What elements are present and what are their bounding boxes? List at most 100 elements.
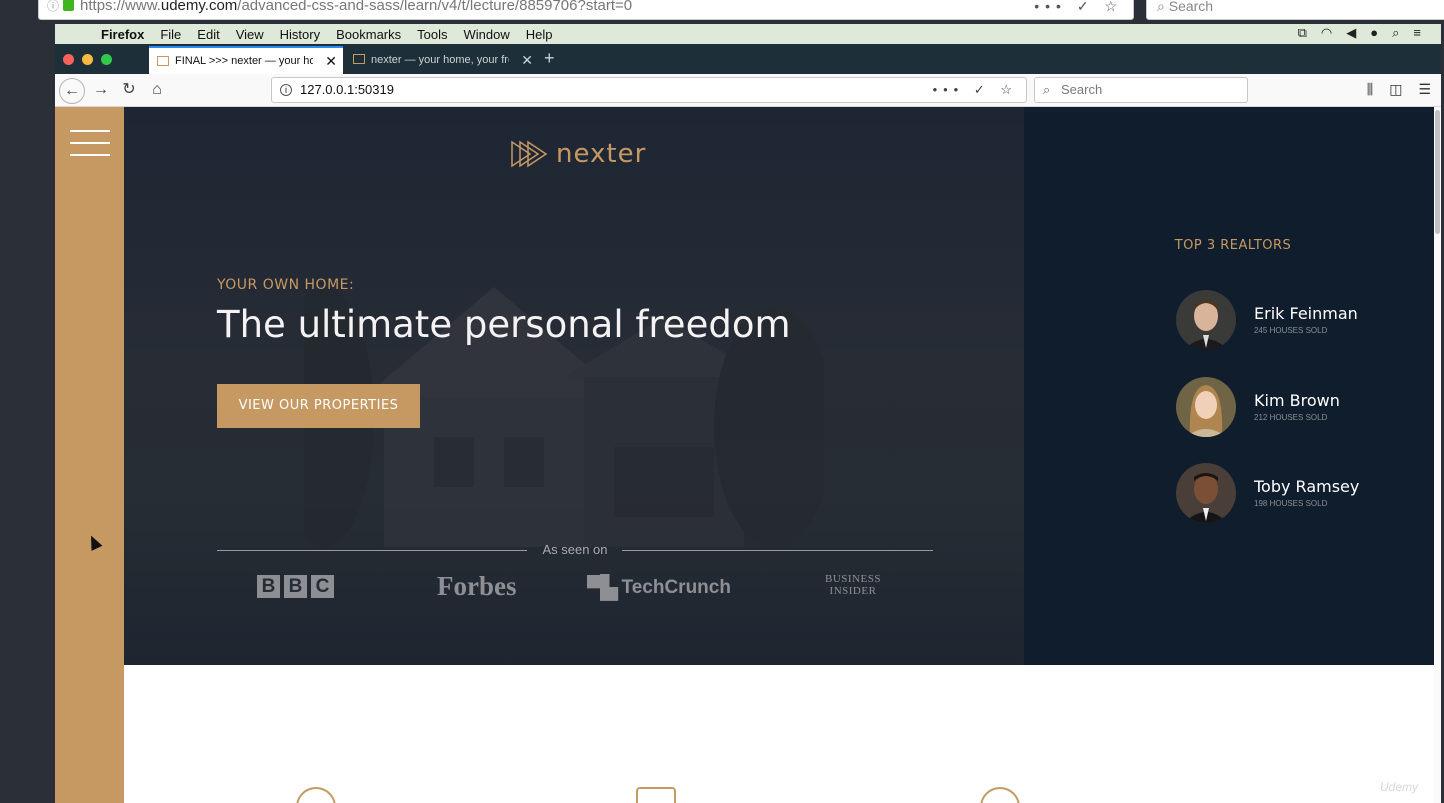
library-icon[interactable]: ⫼ [1367, 81, 1373, 98]
nexter-favicon-icon [353, 54, 365, 64]
menu-tools[interactable]: Tools [417, 27, 447, 42]
page-viewport: nexter YOUR OWN HOME: The ultimate perso… [55, 107, 1434, 803]
back-arrow-icon[interactable]: ← [59, 78, 85, 104]
outer-search-placeholder: Search [1168, 0, 1214, 14]
outer-browser-bar: ⓘ https://www.udemy.com/advanced-css-and-… [0, 0, 1444, 22]
outer-url-path: /advanced-css-and-sass/learn/v4/t/lectur… [237, 0, 633, 14]
realtors-title: TOP 3 REALTORS [1174, 238, 1292, 253]
press-logos: B B C Forbes ▀▙ TechCrunch BUSINESS INSI… [217, 569, 933, 609]
volume-icon[interactable]: ◀ [1346, 25, 1356, 41]
header-section: nexter YOUR OWN HOME: The ultimate perso… [124, 107, 1024, 665]
menu-history[interactable]: History [280, 27, 320, 42]
home-icon[interactable]: ⌂ [144, 78, 170, 104]
realtor-name: Toby Ramsey [1254, 477, 1360, 496]
logo-text: nexter [556, 139, 647, 169]
trophy-icon [636, 787, 676, 803]
search-input[interactable]: ⌕ Search [1034, 77, 1248, 103]
header-heading: The ultimate personal freedom [217, 303, 791, 346]
realtor-sold: 245 HOUSES SOLD [1254, 326, 1328, 335]
menu-view[interactable]: View [236, 27, 264, 42]
realtor-sold: 198 HOUSES SOLD [1254, 499, 1328, 508]
realtor-card[interactable]: Erik Feinman 245 HOUSES SOLD [1176, 290, 1434, 350]
forward-arrow-icon[interactable]: → [88, 78, 114, 104]
techcrunch-logo: ▀▙ TechCrunch [587, 575, 731, 601]
screen-record-icon[interactable]: ⧉ [1298, 25, 1307, 41]
left-background-strip [0, 22, 55, 803]
info-icon[interactable]: ⓘ [47, 0, 59, 17]
close-window-icon[interactable] [63, 54, 74, 65]
bbc-logo: B B C [257, 575, 334, 598]
url-bar[interactable]: i 127.0.0.1:50319 ••• ✓ ☆ [271, 77, 1027, 103]
realtor-name: Kim Brown [1254, 391, 1340, 410]
udemy-watermark: Udemy [1380, 780, 1419, 794]
lock-icon [63, 0, 75, 11]
minimize-window-icon[interactable] [82, 54, 93, 65]
map-pin-icon [980, 787, 1020, 803]
view-properties-button[interactable]: VIEW OUR PROPERTIES [217, 384, 420, 428]
menu-file[interactable]: File [160, 27, 181, 42]
outer-url-bar[interactable]: ⓘ https://www.udemy.com/advanced-css-and-… [38, 0, 1134, 20]
bbc-letter: B [257, 575, 280, 598]
features-section [124, 665, 1434, 803]
tab-final-nexter[interactable]: FINAL >>> nexter — your home ✕ [149, 46, 343, 74]
wifi-icon[interactable]: ◠ [1321, 25, 1332, 41]
notification-center-icon[interactable]: ≡ [1413, 25, 1421, 41]
toolbar-right: ⫼ ◫ ☰ [1367, 81, 1431, 98]
mac-menubar: Firefox File Edit View History Bookmarks… [55, 24, 1441, 44]
menu-window[interactable]: Window [464, 27, 510, 42]
url-text: 127.0.0.1:50319 [300, 82, 394, 97]
bbc-letter: B [284, 575, 307, 598]
tab-label: FINAL >>> nexter — your home [175, 55, 313, 67]
tab-nexter[interactable]: nexter — your home, your freed ✕ [345, 46, 539, 74]
menubar-status-icons: ⧉ ◠ ◀ ● ⌕ ≡ [1298, 25, 1421, 41]
reload-icon[interactable]: ↻ [116, 78, 142, 104]
user-icon[interactable]: ● [1370, 25, 1378, 41]
navigation-bar: ← → ↻ ⌂ i 127.0.0.1:50319 ••• ✓ ☆ ⌕ Sear… [55, 74, 1441, 107]
realtor-card[interactable]: Toby Ramsey 198 HOUSES SOLD [1176, 463, 1434, 523]
close-tab-icon[interactable]: ✕ [521, 46, 533, 74]
menu-help[interactable]: Help [526, 27, 553, 42]
page-actions-icon[interactable]: ••• ✓ ☆ [933, 78, 1018, 102]
header-subtitle: YOUR OWN HOME: [217, 277, 355, 293]
menu-app-name[interactable]: Firefox [101, 27, 144, 42]
logo-play-icon [511, 140, 548, 168]
scrollbar-thumb[interactable] [1435, 110, 1440, 234]
tab-label: nexter — your home, your freed [371, 54, 509, 66]
hamburger-menu-icon[interactable] [70, 130, 110, 158]
seen-on-divider: As seen on [217, 541, 933, 561]
realtor-avatar [1176, 290, 1236, 350]
realtors-section: TOP 3 REALTORS Erik Feinman 245 HOUSES S… [1024, 107, 1434, 665]
techcrunch-text: TechCrunch [621, 577, 731, 598]
bbc-letter: C [311, 575, 334, 598]
seen-on-label: As seen on [542, 542, 608, 557]
business-insider-line-2: INSIDER [829, 585, 877, 597]
window-controls [63, 54, 112, 65]
menu-edit[interactable]: Edit [197, 27, 219, 42]
nexter-favicon-icon [157, 56, 169, 66]
close-tab-icon[interactable]: ✕ [325, 48, 337, 74]
new-tab-icon[interactable]: + [544, 48, 555, 69]
outer-url-domain: udemy.com [160, 0, 238, 14]
nexter-logo[interactable]: nexter [510, 139, 646, 169]
menu-bookmarks[interactable]: Bookmarks [336, 27, 401, 42]
spotlight-search-icon[interactable]: ⌕ [1392, 25, 1399, 41]
techcrunch-mark-icon: ▀▙ [587, 575, 617, 600]
outer-search-input[interactable]: ⌕ Search [1146, 0, 1444, 20]
realtor-name: Erik Feinman [1254, 304, 1358, 323]
sidebar [55, 107, 124, 803]
sidebar-toggle-icon[interactable]: ◫ [1389, 81, 1402, 98]
realtor-sold: 212 HOUSES SOLD [1254, 413, 1328, 422]
forbes-logo: Forbes [437, 571, 517, 601]
outer-page-actions[interactable]: ••• ✓ ☆ [1034, 0, 1123, 17]
globe-icon [296, 787, 336, 803]
search-icon: ⌕ [1043, 82, 1051, 97]
tab-strip: FINAL >>> nexter — your home ✕ nexter — … [55, 44, 1441, 74]
realtor-avatar [1176, 463, 1236, 523]
menu-icon[interactable]: ☰ [1418, 81, 1431, 98]
realtor-card[interactable]: Kim Brown 212 HOUSES SOLD [1176, 377, 1434, 437]
realtor-avatar [1176, 377, 1236, 437]
zoom-window-icon[interactable] [101, 54, 112, 65]
business-insider-logo: BUSINESS INSIDER [825, 573, 881, 597]
info-icon[interactable]: i [280, 84, 292, 96]
outer-url-prefix: https://www. [80, 0, 161, 14]
